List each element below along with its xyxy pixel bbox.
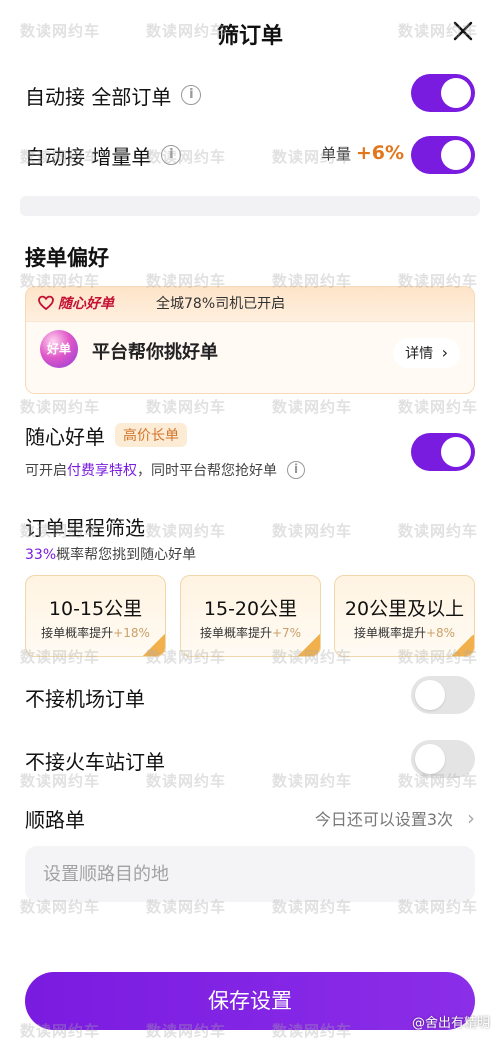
watermark-text: 数读网约车 — [398, 398, 479, 416]
corner-check-icon — [298, 634, 320, 656]
detail-label: 详情 — [405, 346, 434, 362]
preference-title: 接单偏好 — [25, 246, 109, 270]
source-tag: @舍出有精明 — [411, 1016, 490, 1031]
header: 筛订单 — [0, 0, 500, 70]
increment-badge-prefix: 单量 — [321, 145, 352, 163]
detail-button[interactable]: 详情 › — [393, 338, 460, 368]
gem-text: 好单 — [46, 342, 71, 356]
filter-orders-page: 筛订单 自动接 全部订单 i 自动接 增量单 i 单量 +6% 接单偏好 随心好… — [0, 0, 500, 1042]
suixin-brand: 随心好单 — [38, 293, 114, 313]
mileage-option-sub-text: 接单概率提升 — [353, 626, 426, 640]
suixin-promo-card[interactable]: 随心好单 全城78%司机已开启 好单 平台帮你挑好单 详情 › — [25, 286, 475, 394]
toggle-knob — [441, 437, 471, 467]
gem-icon: 好单 — [40, 330, 78, 368]
corner-check-icon — [143, 634, 165, 656]
suixin-toggle[interactable] — [411, 433, 475, 471]
promo-inner: 好单 平台帮你挑好单 详情 › — [26, 321, 474, 393]
suixin-brand-text: 随心好单 — [58, 296, 114, 312]
chevron-right-icon: › — [441, 343, 448, 362]
mileage-subtitle: 33%概率帮您挑到随心好单 — [25, 544, 196, 564]
auto-accept-all-toggle[interactable] — [411, 74, 475, 112]
section-divider — [20, 196, 480, 216]
auto-accept-all-row: 自动接 全部订单 i — [25, 76, 475, 114]
toggle-knob — [415, 680, 445, 710]
info-icon[interactable]: i — [181, 85, 202, 105]
watermark-text: 数读网约车 — [398, 522, 479, 540]
toggle-knob — [415, 744, 445, 774]
chevron-right-icon: › — [467, 806, 475, 830]
suixin-desc: 可开启 付费享特权 ，同时平台帮您抢好单 i — [25, 460, 305, 480]
route-order-label: 顺路单 — [25, 808, 85, 832]
suixin-desc-prefix: 可开启 — [25, 463, 67, 479]
route-destination-input[interactable] — [25, 846, 475, 902]
share-text: 全城78%司机已开启 — [156, 296, 286, 312]
mileage-subtitle-em: 33% — [25, 547, 57, 563]
toggle-knob — [441, 140, 471, 170]
watermark-text: 数读网约车 — [272, 522, 353, 540]
watermark-text: 数读网约车 — [146, 398, 227, 416]
info-icon[interactable]: i — [287, 461, 305, 479]
auto-accept-all-label: 自动接 全部订单 — [25, 84, 172, 109]
auto-accept-increment-toggle[interactable] — [411, 136, 475, 174]
route-remaining-text: 今日还可以设置3次 — [314, 810, 453, 829]
close-icon[interactable] — [448, 16, 478, 46]
heart-icon — [38, 295, 54, 311]
mileage-option-20-plus[interactable]: 20公里及以上 接单概率提升+8% — [334, 575, 475, 657]
mileage-option-title: 10-15公里 — [48, 598, 143, 620]
suixin-desc-suffix: ，同时平台帮您抢好单 — [137, 463, 277, 479]
route-remaining[interactable]: 今日还可以设置3次 › — [315, 806, 475, 830]
toggle-knob — [441, 78, 471, 108]
promo-slogan: 平台帮你挑好单 — [92, 342, 218, 363]
mileage-option-sub-text: 接单概率提升 — [199, 626, 272, 640]
increment-badge: 单量 +6% — [321, 142, 404, 164]
no-train-station-toggle[interactable] — [411, 740, 475, 778]
corner-check-icon — [452, 634, 474, 656]
watermark-text: 数读网约车 — [146, 522, 227, 540]
info-icon[interactable]: i — [161, 145, 182, 165]
auto-accept-increment-label: 自动接 增量单 — [25, 144, 152, 169]
mileage-option-plus: +7% — [271, 626, 302, 640]
mileage-option-title: 20公里及以上 — [344, 598, 465, 620]
page-title: 筛订单 — [216, 24, 283, 49]
auto-accept-increment-row: 自动接 增量单 i — [25, 136, 475, 174]
mileage-title: 订单里程筛选 — [25, 516, 145, 540]
suixin-label: 随心好单 — [25, 424, 105, 449]
mileage-subtitle-text: 概率帮您挑到随心好单 — [56, 547, 197, 563]
mileage-option-15-20[interactable]: 15-20公里 接单概率提升+7% — [180, 575, 321, 657]
suixin-row: 随心好单 高价长单 — [25, 420, 475, 450]
watermark-text: 数读网约车 — [272, 772, 353, 790]
no-airport-label: 不接机场订单 — [25, 687, 145, 711]
save-settings-button[interactable]: 保存设置 — [25, 972, 475, 1030]
high-price-tag: 高价长单 — [115, 423, 187, 447]
paid-privilege-link[interactable]: 付费享特权 — [67, 460, 137, 480]
watermark-text: 数读网约车 — [272, 398, 353, 416]
no-airport-toggle[interactable] — [411, 676, 475, 714]
mileage-option-sub-text: 接单概率提升 — [41, 626, 114, 640]
mileage-option-plus: +8% — [425, 626, 456, 640]
increment-badge-value: +6% — [355, 142, 404, 164]
mileage-option-10-15[interactable]: 10-15公里 接单概率提升+18% — [25, 575, 166, 657]
mileage-option-title: 15-20公里 — [203, 598, 298, 620]
no-train-station-label: 不接火车站订单 — [25, 750, 165, 774]
watermark-text: 数读网约车 — [20, 398, 101, 416]
